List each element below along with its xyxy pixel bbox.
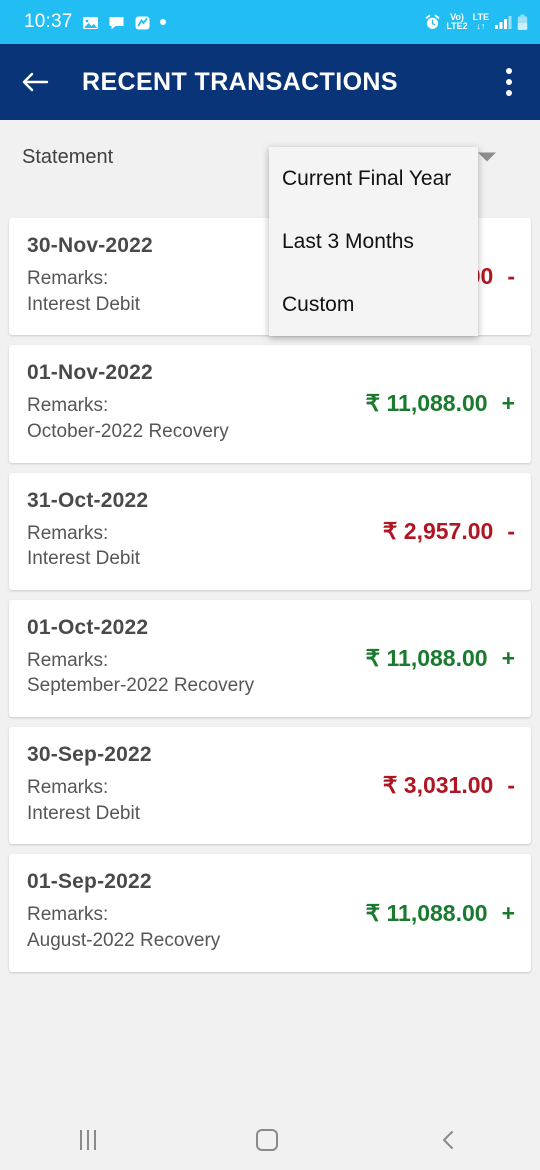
phone-screen: 10:37 Vo) LTE2 LTE ↓↑ RECENT TRANSACTION… (0, 0, 540, 1170)
transaction-sign: + (501, 390, 515, 417)
lte-indicator: LTE ↓↑ (473, 13, 489, 31)
signal-bars-icon (495, 16, 512, 29)
transaction-card[interactable]: 31-Oct-2022 Remarks: Interest Debit ₹ 2,… (9, 472, 531, 590)
page-title: RECENT TRANSACTIONS (82, 67, 398, 96)
transaction-card[interactable]: 01-Oct-2022 Remarks: September-2022 Reco… (9, 599, 531, 718)
dot-icon (159, 19, 166, 25)
recent-apps-icon[interactable] (80, 1130, 96, 1150)
chat-icon (109, 16, 124, 29)
transaction-amount-group: ₹ 11,088.00 + (365, 600, 515, 717)
more-vertical-icon-dot-2 (506, 79, 512, 85)
transaction-amount-group: ₹ 11,088.00 + (365, 345, 515, 462)
arrow-left-icon (22, 72, 49, 92)
transaction-sign: - (507, 772, 515, 799)
transaction-amount: ₹ 3,031.00 (382, 772, 494, 799)
transaction-sign: - (507, 517, 515, 544)
transaction-sign: + (501, 644, 515, 671)
transaction-remarks: Remarks: August-2022 Recovery (27, 902, 220, 953)
image-icon (82, 16, 98, 29)
remarks-text: Interest Debit (27, 548, 140, 570)
transaction-sign: - (507, 263, 515, 290)
remarks-text: Interest Debit (27, 293, 140, 315)
transaction-amount: ₹ 11,088.00 (365, 899, 488, 926)
transaction-details: 30-Nov-2022 Remarks: Interest Debit (27, 234, 153, 317)
battery-icon (517, 14, 528, 30)
transaction-date: 30-Sep-2022 (27, 743, 152, 767)
transaction-remarks: Remarks: October-2022 Recovery (27, 393, 229, 444)
remarks-label: Remarks: (27, 649, 109, 671)
transaction-amount: ₹ 11,088.00 (365, 644, 488, 671)
transaction-date: 30-Nov-2022 (27, 234, 153, 257)
transaction-details: 01-Nov-2022 Remarks: October-2022 Recove… (27, 361, 229, 444)
back-button[interactable] (18, 65, 52, 99)
transaction-amount: ₹ 11,088.00 (365, 390, 488, 417)
remarks-label: Remarks: (27, 522, 109, 544)
system-navigation-bar (0, 1110, 540, 1170)
transaction-date: 01-Sep-2022 (27, 870, 152, 894)
transaction-card[interactable]: 30-Sep-2022 Remarks: Interest Debit ₹ 3,… (9, 727, 531, 845)
transaction-date: 31-Oct-2022 (27, 488, 149, 512)
volte-indicator: Vo) LTE2 (446, 13, 467, 31)
dropdown-item-label: Custom (282, 292, 355, 316)
status-bar-right: Vo) LTE2 LTE ↓↑ (424, 13, 528, 31)
remarks-label: Remarks: (27, 904, 109, 926)
dropdown-item-label: Last 3 Months (282, 229, 414, 253)
remarks-label: Remarks: (27, 395, 109, 417)
transaction-list[interactable]: 30-Nov-2022 Remarks: Interest Debit ₹ 2,… (0, 218, 540, 1110)
transaction-details: 30-Sep-2022 Remarks: Interest Debit (27, 743, 152, 826)
transaction-details: 01-Oct-2022 Remarks: September-2022 Reco… (27, 616, 254, 699)
transaction-date: 01-Nov-2022 (27, 361, 153, 385)
remarks-text: October-2022 Recovery (27, 420, 229, 442)
transaction-date: 01-Oct-2022 (27, 615, 149, 639)
transaction-amount-group: ₹ 11,088.00 + (365, 854, 515, 971)
transaction-amount-group: ₹ 3,031.00 - (383, 727, 515, 844)
app-bar: RECENT TRANSACTIONS (0, 44, 540, 120)
alarm-icon (425, 14, 440, 29)
volte-label-bottom: LTE2 (446, 21, 468, 31)
remarks-label: Remarks: (27, 777, 109, 799)
remarks-text: September-2022 Recovery (27, 675, 255, 697)
transaction-amount: ₹ 2,957.00 (382, 517, 494, 544)
dropdown-item-last-3-months[interactable]: Last 3 Months (269, 210, 478, 273)
status-bar-clock: 10:37 (24, 11, 73, 32)
transaction-amount-group: ₹ 2,957.00 - (383, 473, 515, 590)
back-chevron-icon[interactable] (438, 1128, 460, 1152)
transaction-details: 31-Oct-2022 Remarks: Interest Debit (27, 489, 148, 572)
transaction-card[interactable]: 01-Sep-2022 Remarks: August-2022 Recover… (9, 854, 531, 972)
transaction-details: 01-Sep-2022 Remarks: August-2022 Recover… (27, 870, 220, 953)
statement-label: Statement (22, 145, 114, 168)
more-vertical-icon-dot-3 (506, 90, 512, 96)
transaction-card[interactable]: 01-Nov-2022 Remarks: October-2022 Recove… (9, 345, 531, 463)
dropdown-item-current-final-year[interactable]: Current Final Year (269, 147, 478, 210)
remarks-text: Interest Debit (27, 802, 140, 824)
more-vertical-icon-dot-1 (506, 68, 512, 74)
transaction-remarks: Remarks: September-2022 Recovery (27, 648, 254, 699)
remarks-label: Remarks: (27, 268, 109, 289)
dropdown-item-custom[interactable]: Custom (269, 273, 478, 336)
transaction-sign: + (501, 899, 515, 926)
status-bar: 10:37 Vo) LTE2 LTE ↓↑ (0, 0, 540, 44)
transaction-remarks: Remarks: Interest Debit (27, 521, 148, 572)
app-icon (135, 16, 150, 29)
statement-dropdown-menu[interactable]: Current Final Year Last 3 Months Custom (269, 147, 478, 336)
home-icon[interactable] (256, 1129, 278, 1151)
overflow-menu-button[interactable] (492, 62, 526, 102)
remarks-text: August-2022 Recovery (27, 930, 221, 952)
lte-data-arrows: ↓↑ (476, 21, 486, 31)
status-bar-left: 10:37 (24, 11, 166, 33)
transaction-remarks: Remarks: Interest Debit (27, 775, 152, 826)
transaction-remarks: Remarks: Interest Debit (27, 266, 153, 317)
chevron-down-icon[interactable] (478, 152, 496, 162)
dropdown-item-label: Current Final Year (282, 166, 452, 190)
